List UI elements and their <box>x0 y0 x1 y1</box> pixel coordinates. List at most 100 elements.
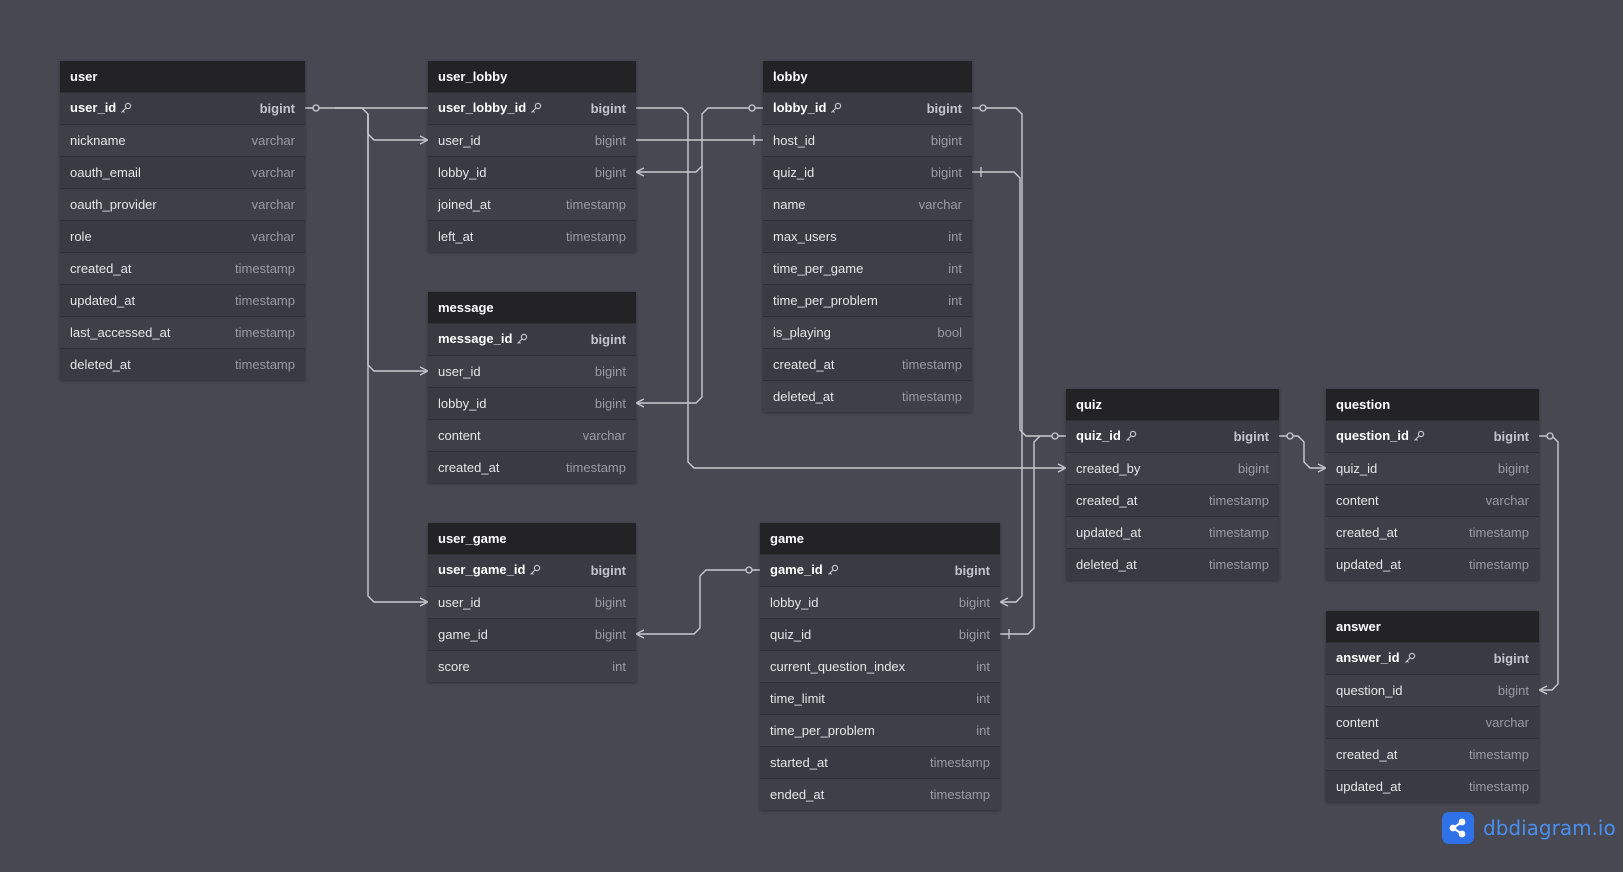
field-name-cell: deleted_at <box>773 389 834 404</box>
table-user-game[interactable]: user_game user_game_id bigint user_id bigint… <box>428 523 636 682</box>
table-user-lobby[interactable]: user_lobby user_lobby_id bigint user_id bigi… <box>428 61 636 252</box>
field-row[interactable]: created_at timestamp <box>1326 738 1539 770</box>
table-quiz[interactable]: quiz quiz_id bigint created_by bigint created… <box>1066 389 1279 580</box>
field-name-cell: deleted_at <box>1076 557 1137 572</box>
table-header[interactable]: user <box>60 61 305 92</box>
field-row[interactable]: lobby_id bigint <box>428 156 636 188</box>
field-name: created_at <box>1336 747 1398 762</box>
field-row[interactable]: lobby_id bigint <box>428 387 636 419</box>
field-row[interactable]: quiz_id bigint <box>1066 420 1279 452</box>
field-row[interactable]: host_id bigint <box>763 124 972 156</box>
field-name-cell: joined_at <box>438 197 491 212</box>
field-row[interactable]: lobby_id bigint <box>763 92 972 124</box>
field-row[interactable]: created_at timestamp <box>60 252 305 284</box>
field-name: user_id <box>70 100 117 116</box>
field-row[interactable]: created_by bigint <box>1066 452 1279 484</box>
table-game[interactable]: game game_id bigint lobby_id bigint quiz_id bi… <box>760 523 1000 810</box>
field-row[interactable]: time_limit int <box>760 682 1000 714</box>
brand-name: dbdiagram.io <box>1483 816 1616 840</box>
field-row[interactable]: oauth_provider varchar <box>60 188 305 220</box>
field-row[interactable]: time_per_game int <box>763 252 972 284</box>
field-row[interactable]: game_id bigint <box>428 618 636 650</box>
primary-key-icon <box>120 102 132 117</box>
table-message[interactable]: message message_id bigint user_id bigint lobb… <box>428 292 636 483</box>
field-name-cell: created_at <box>773 357 834 372</box>
field-row[interactable]: user_id bigint <box>428 586 636 618</box>
field-row[interactable]: updated_at timestamp <box>60 284 305 316</box>
field-row[interactable]: joined_at timestamp <box>428 188 636 220</box>
table-header[interactable]: lobby <box>763 61 972 92</box>
field-row[interactable]: user_id bigint <box>60 92 305 124</box>
field-row[interactable]: lobby_id bigint <box>760 586 1000 618</box>
field-row[interactable]: created_at timestamp <box>763 348 972 380</box>
field-row[interactable]: question_id bigint <box>1326 420 1539 452</box>
field-row[interactable]: game_id bigint <box>760 554 1000 586</box>
field-row[interactable]: created_at timestamp <box>1326 516 1539 548</box>
table-header[interactable]: user_game <box>428 523 636 554</box>
field-row[interactable]: quiz_id bigint <box>763 156 972 188</box>
table-header[interactable]: quiz <box>1066 389 1279 420</box>
field-name: deleted_at <box>70 357 131 372</box>
field-row[interactable]: user_id bigint <box>428 124 636 156</box>
field-row[interactable]: score int <box>428 650 636 682</box>
field-name: time_per_problem <box>770 723 875 738</box>
field-row[interactable]: max_users int <box>763 220 972 252</box>
field-type: bigint <box>1493 429 1529 444</box>
field-row[interactable]: content varchar <box>428 419 636 451</box>
field-row[interactable]: oauth_email varchar <box>60 156 305 188</box>
field-row[interactable]: is_playing bool <box>763 316 972 348</box>
table-header[interactable]: question <box>1326 389 1539 420</box>
table-question[interactable]: question question_id bigint quiz_id bigint co… <box>1326 389 1539 580</box>
field-row[interactable]: question_id bigint <box>1326 674 1539 706</box>
field-row[interactable]: time_per_problem int <box>763 284 972 316</box>
table-header[interactable]: game <box>760 523 1000 554</box>
field-type: timestamp <box>1469 747 1529 762</box>
field-name-cell: ended_at <box>770 787 824 802</box>
field-row[interactable]: created_at timestamp <box>428 451 636 483</box>
table-header[interactable]: user_lobby <box>428 61 636 92</box>
field-row[interactable]: started_at timestamp <box>760 746 1000 778</box>
field-row[interactable]: updated_at timestamp <box>1326 548 1539 580</box>
field-row[interactable]: name varchar <box>763 188 972 220</box>
table-user[interactable]: user user_id bigint nickname varchar oauth_em… <box>60 61 305 380</box>
field-row[interactable]: quiz_id bigint <box>760 618 1000 650</box>
field-row[interactable]: user_id bigint <box>428 355 636 387</box>
field-row[interactable]: updated_at timestamp <box>1066 516 1279 548</box>
field-name-cell: game_id <box>438 627 488 642</box>
table-lobby[interactable]: lobby lobby_id bigint host_id bigint quiz_id b… <box>763 61 972 412</box>
field-name: max_users <box>773 229 837 244</box>
field-type: timestamp <box>1469 525 1529 540</box>
field-name-cell: nickname <box>70 133 126 148</box>
field-row[interactable]: quiz_id bigint <box>1326 452 1539 484</box>
field-name-cell: user_id <box>70 100 132 116</box>
brand-badge[interactable]: dbdiagram.io <box>1442 811 1616 845</box>
field-name: lobby_id <box>438 396 487 411</box>
table-answer[interactable]: answer answer_id bigint question_id bigint co… <box>1326 611 1539 802</box>
field-row[interactable]: current_question_index int <box>760 650 1000 682</box>
field-type: int <box>612 659 626 674</box>
field-row[interactable]: deleted_at timestamp <box>60 348 305 380</box>
field-row[interactable]: time_per_problem int <box>760 714 1000 746</box>
field-row[interactable]: created_at timestamp <box>1066 484 1279 516</box>
field-row[interactable]: user_game_id bigint <box>428 554 636 586</box>
field-row[interactable]: updated_at timestamp <box>1326 770 1539 802</box>
field-row[interactable]: message_id bigint <box>428 323 636 355</box>
field-row[interactable]: ended_at timestamp <box>760 778 1000 810</box>
field-row[interactable]: content varchar <box>1326 706 1539 738</box>
field-row[interactable]: deleted_at timestamp <box>1066 548 1279 580</box>
field-name: oauth_email <box>70 165 141 180</box>
field-row[interactable]: nickname varchar <box>60 124 305 156</box>
field-row[interactable]: last_accessed_at timestamp <box>60 316 305 348</box>
field-row[interactable]: user_lobby_id bigint <box>428 92 636 124</box>
field-type: bigint <box>259 101 295 116</box>
field-row[interactable]: left_at timestamp <box>428 220 636 252</box>
field-type: timestamp <box>902 357 962 372</box>
table-header[interactable]: message <box>428 292 636 323</box>
field-row[interactable]: role varchar <box>60 220 305 252</box>
field-row[interactable]: deleted_at timestamp <box>763 380 972 412</box>
field-type: bigint <box>926 101 962 116</box>
field-row[interactable]: answer_id bigint <box>1326 642 1539 674</box>
table-header[interactable]: answer <box>1326 611 1539 642</box>
field-row[interactable]: content varchar <box>1326 484 1539 516</box>
field-name: deleted_at <box>773 389 834 404</box>
